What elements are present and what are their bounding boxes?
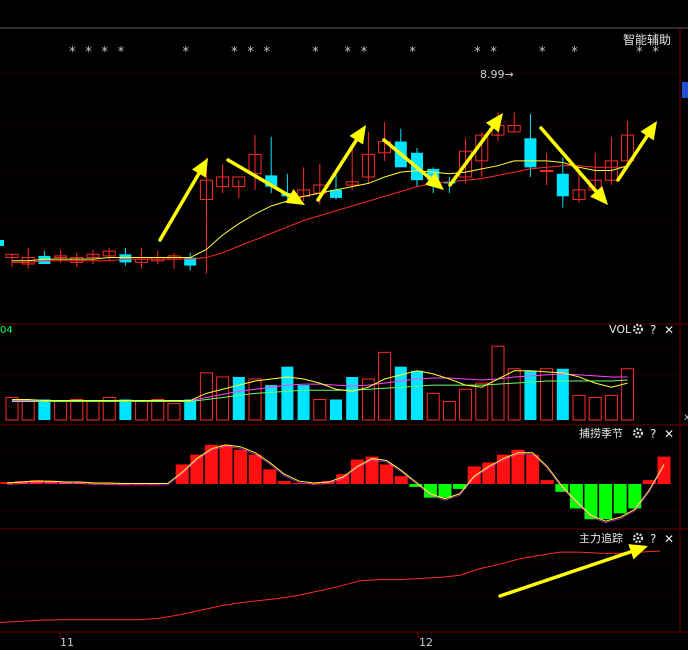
signal-star: * — [490, 45, 497, 60]
stock-chart[interactable]: * * * * * * * * * * * * * * * * * * x 智能辅助 8.99→ 04 VOL ?… — [0, 0, 688, 650]
cycle-bar — [613, 484, 627, 514]
signal-star: * — [345, 45, 352, 60]
help-icon[interactable]: ? — [650, 323, 656, 337]
volume-bar — [346, 376, 359, 420]
cycle-bar — [526, 454, 540, 484]
cycle-bar — [263, 469, 277, 484]
x-axis-label: 12 — [419, 636, 433, 649]
signal-star: * — [652, 45, 659, 60]
signal-star: * — [231, 45, 238, 60]
volume-bar — [232, 376, 245, 420]
track-panel-title: 主力追踪 — [579, 531, 623, 545]
cycle-bar — [599, 484, 613, 520]
signal-star: * — [312, 45, 319, 60]
signal-star: * — [247, 45, 254, 60]
help-icon[interactable]: ? — [650, 427, 656, 441]
candle-body — [540, 170, 554, 173]
signal-star: * — [539, 45, 546, 60]
edge-candle — [0, 240, 4, 246]
volume-bar — [330, 399, 342, 420]
signal-star: * — [409, 45, 416, 60]
cycle-bar — [657, 456, 671, 484]
cycle-bar — [350, 459, 364, 484]
signal-star: * — [361, 45, 368, 60]
signal-star: * — [474, 45, 481, 60]
volume-bar — [184, 399, 197, 420]
signal-star: * — [85, 45, 92, 60]
close-icon[interactable]: ✕ — [664, 427, 674, 441]
signal-star: * — [69, 45, 76, 60]
close-icon[interactable]: ✕ — [664, 323, 674, 337]
cycle-bar — [248, 454, 262, 484]
signal-star: * — [571, 45, 578, 60]
signal-star: * — [118, 45, 125, 60]
main-panel-title: 智能辅助 — [623, 32, 671, 47]
volume-bar — [524, 370, 537, 420]
cycle-bar — [438, 484, 452, 498]
cycle-bar — [234, 449, 248, 484]
cycle-bar — [584, 484, 598, 520]
vol-left-label: 04 — [0, 325, 13, 336]
candle-body — [524, 138, 537, 168]
vol-panel-title: VOL — [609, 323, 632, 336]
axis-x-mark: x — [684, 412, 688, 423]
volume-bar — [411, 370, 423, 420]
volume-bar — [119, 399, 132, 420]
signal-star: * — [636, 45, 643, 60]
cycle-bar — [394, 476, 408, 484]
close-icon[interactable]: ✕ — [664, 532, 674, 546]
help-icon[interactable]: ? — [650, 532, 656, 546]
volume-bar — [38, 399, 51, 420]
price-marker[interactable] — [682, 82, 688, 98]
candle-body — [119, 254, 132, 263]
volume-bar — [556, 368, 569, 420]
cycle-bar — [540, 480, 554, 484]
cycle-panel-title: 捕捞季节 — [579, 426, 623, 440]
x-axis-label: 11 — [60, 636, 74, 649]
cycle-bar — [219, 444, 233, 484]
max-price-label: 8.99→ — [480, 68, 514, 81]
signal-star: * — [102, 45, 109, 60]
candle-body — [556, 173, 569, 197]
signal-star: * — [183, 45, 190, 60]
cycle-bar — [380, 464, 394, 484]
signal-star: * — [264, 45, 271, 60]
stock-chart-window: * * * * * * * * * * * * * * * * * * x 智能辅助 8.99→ 04 VOL ?… — [0, 0, 688, 650]
volume-bar — [281, 366, 294, 420]
cycle-bar — [277, 481, 291, 484]
volume-bar — [265, 385, 278, 420]
